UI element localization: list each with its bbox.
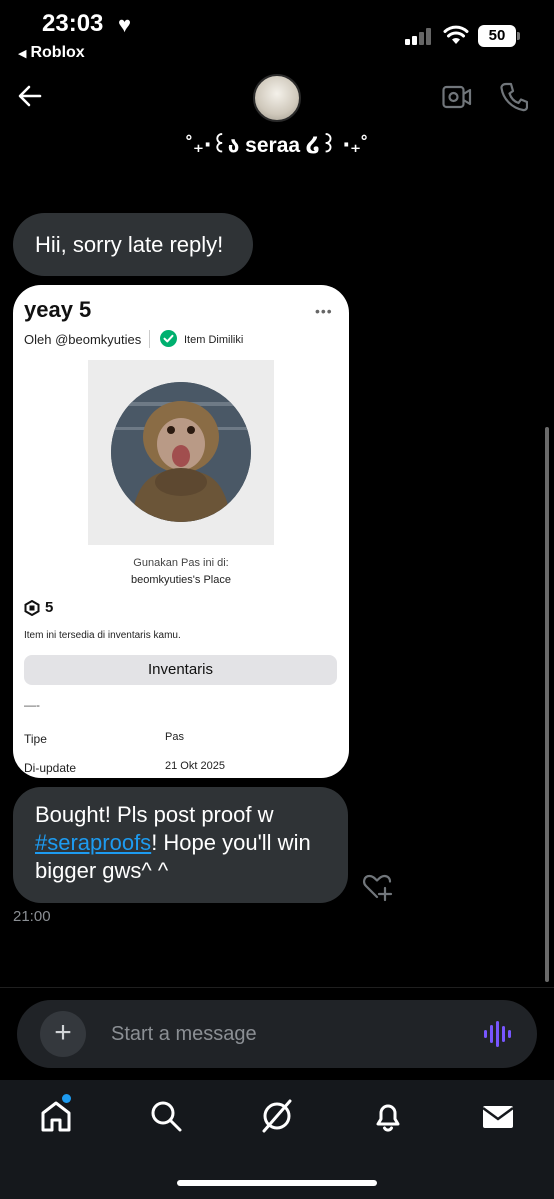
scrollbar[interactable] bbox=[545, 427, 549, 982]
voice-icon[interactable] bbox=[483, 1020, 511, 1048]
message-input[interactable] bbox=[111, 1020, 451, 1048]
item-thumbnail-frame bbox=[88, 360, 274, 545]
home-indicator bbox=[177, 1180, 377, 1186]
divider bbox=[149, 330, 150, 348]
battery-icon: 50 bbox=[478, 25, 520, 47]
detail-key-type: Tipe bbox=[24, 732, 47, 746]
status-time: 23:03 bbox=[42, 10, 104, 37]
plus-icon[interactable]: + bbox=[40, 1011, 86, 1057]
home-icon[interactable] bbox=[38, 1098, 74, 1134]
status-bar: 23:03 ♥ ◀ Roblox 50 bbox=[0, 0, 554, 68]
detail-value-updated: 21 Okt 2025 bbox=[165, 760, 225, 772]
grok-icon[interactable] bbox=[259, 1098, 295, 1134]
back-to-app-link[interactable]: ◀ Roblox bbox=[18, 44, 85, 62]
hashtag-link[interactable]: #seraproofs bbox=[35, 830, 151, 855]
use-pass-label: Gunakan Pas ini di: bbox=[133, 557, 229, 569]
availability-text: Item ini tersedia di inventaris kamu. bbox=[24, 630, 181, 641]
inventory-button[interactable]: Inventaris bbox=[24, 655, 337, 685]
mail-icon[interactable] bbox=[480, 1098, 516, 1134]
battery-level: 50 bbox=[488, 27, 506, 44]
section-dash: —- bbox=[24, 698, 40, 712]
item-title: yeay 5 bbox=[24, 297, 92, 322]
message-text-part: Bought! Pls post proof w bbox=[35, 802, 274, 827]
monkey-image bbox=[111, 382, 251, 522]
robux-icon bbox=[24, 600, 40, 616]
message-text: Hii, sorry late reply! bbox=[35, 232, 224, 257]
back-arrow-icon[interactable] bbox=[16, 82, 44, 110]
heart-status-icon: ♥ bbox=[118, 12, 132, 37]
contact-name[interactable]: ˚₊‧꒰ა seraa ໒꒱ ‧₊˚ bbox=[0, 130, 554, 158]
signal-icon bbox=[405, 27, 435, 45]
item-price: 5 bbox=[45, 599, 54, 616]
detail-value-type: Pas bbox=[165, 731, 184, 743]
wifi-icon bbox=[443, 25, 469, 44]
heart-plus-icon[interactable] bbox=[362, 872, 394, 902]
search-icon[interactable] bbox=[148, 1098, 184, 1134]
video-call-icon[interactable] bbox=[442, 84, 472, 110]
message-timestamp: 21:00 bbox=[13, 908, 51, 925]
detail-key-updated: Di-update bbox=[24, 761, 77, 775]
divider bbox=[0, 987, 554, 988]
message-bubble-received[interactable]: Hii, sorry late reply! bbox=[13, 213, 253, 276]
back-app-label: Roblox bbox=[30, 44, 85, 61]
contact-avatar[interactable] bbox=[253, 74, 301, 122]
message-composer: + bbox=[17, 1000, 537, 1068]
check-icon bbox=[160, 330, 177, 347]
shared-image-card[interactable]: yeay 5 ••• Oleh @beomkyuties Item Dimili… bbox=[13, 285, 349, 778]
bell-icon[interactable] bbox=[370, 1098, 406, 1134]
item-creator: Oleh @beomkyuties bbox=[24, 332, 142, 347]
conversation-header: ˚₊‧꒰ა seraa ໒꒱ ‧₊˚ bbox=[0, 68, 554, 170]
item-owned-label: Item Dimiliki bbox=[184, 334, 244, 346]
notification-dot bbox=[62, 1094, 71, 1103]
more-options-icon: ••• bbox=[315, 303, 333, 319]
message-bubble-received[interactable]: Bought! Pls post proof w #seraproofs! Ho… bbox=[13, 787, 348, 903]
place-name: beomkyuties's Place bbox=[131, 574, 231, 586]
phone-icon[interactable] bbox=[500, 82, 528, 112]
